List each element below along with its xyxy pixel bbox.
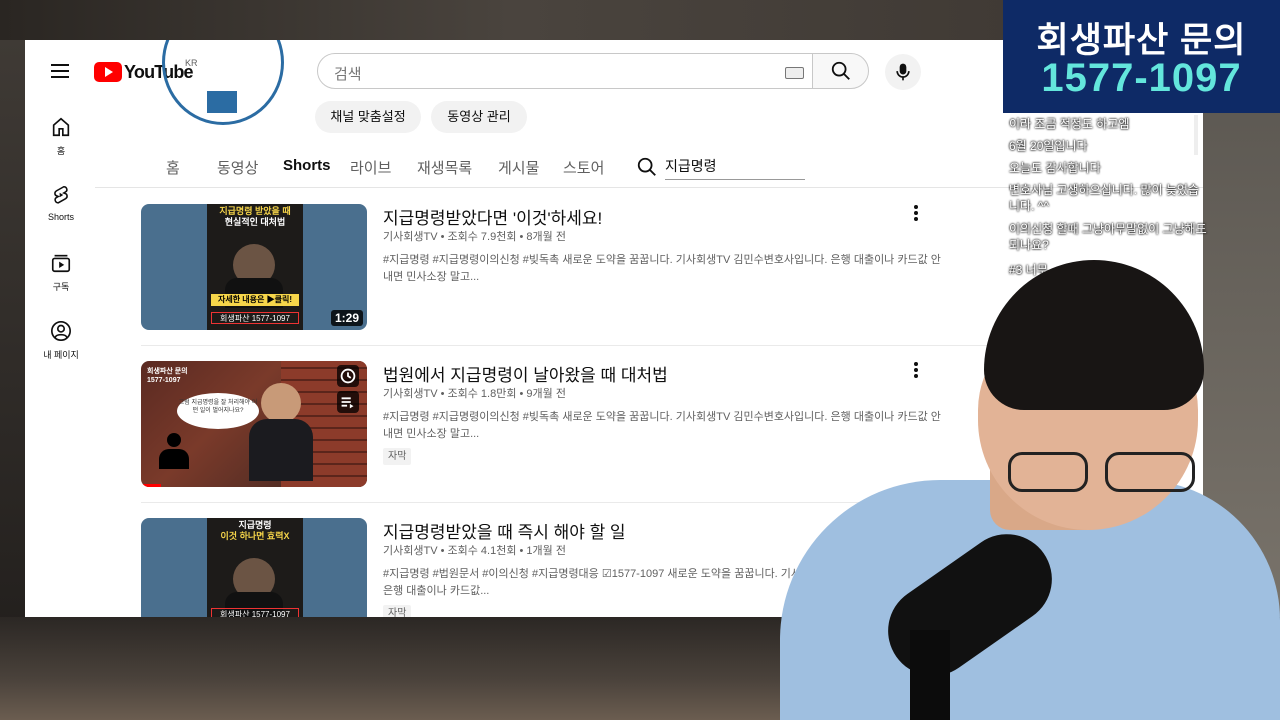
tab-store[interactable]: 스토어 [563, 157, 604, 178]
video-duration: 1:29 [330, 310, 363, 326]
subscriptions-icon [51, 254, 71, 273]
chat-message: 니다. ^^ [1009, 199, 1050, 213]
thumbnail-speech-bubble: 그럼 지급명령을 잘 처리해야 어떤 일이 벌어지나요? [177, 393, 259, 429]
menu-icon[interactable] [51, 64, 69, 78]
tab-playlists[interactable]: 재생목록 [417, 157, 472, 178]
search-button[interactable] [812, 53, 869, 89]
channel-search-input[interactable]: 지급명령 [665, 155, 805, 180]
thumbnail-caption: 지급명령 [238, 520, 272, 530]
channel-search-icon[interactable] [636, 156, 658, 178]
video-meta: 기사회생TV • 조회수 7.9천회 • 8개월 전 [383, 231, 566, 243]
chat-message: 변호사님 고생하으십니다. 많이 늦었습 [1009, 183, 1199, 197]
watch-later-icon[interactable] [337, 365, 359, 387]
thumbnail-caption: 현실적인 대처법 [224, 217, 286, 227]
home-icon [52, 117, 70, 137]
thumbnail-poster: 지급명령 받았을 때 현실적인 대처법 자세한 내용은 ▶클릭! 회생파산 157… [207, 204, 303, 330]
tab-shorts[interactable]: Shorts [283, 157, 331, 174]
sidebar-item-home[interactable]: 홈 [25, 116, 97, 157]
keyboard-icon[interactable] [785, 67, 804, 79]
voice-search-button[interactable] [885, 54, 921, 90]
video-thumbnail[interactable]: 그럼 지급명령을 잘 처리해야 어떤 일이 벌어지나요? 회생파산 문의 157… [141, 361, 367, 487]
tab-videos[interactable]: 동영상 [217, 157, 258, 178]
video-title[interactable]: 법원에서 지급명령이 날아왔을 때 대처법 [383, 361, 668, 386]
search-placeholder: 검색 [334, 66, 362, 83]
consultation-banner: 회생파산 문의 1577-1097 [1003, 0, 1280, 113]
chat-scrollbar[interactable] [1194, 115, 1198, 155]
banner-phone: 1577-1097 [1041, 56, 1242, 100]
sidebar-item-label: 홈 [56, 146, 66, 156]
captions-badge: 자막 [383, 605, 412, 617]
chat-message: 6월 20일입니다 [1009, 139, 1088, 153]
video-thumbnail[interactable]: 지급명령 받았을 때 현실적인 대처법 자세한 내용은 ▶클릭! 회생파산 157… [141, 204, 367, 330]
search-input[interactable]: 검색 [317, 53, 813, 89]
glasses [1008, 452, 1088, 492]
sidebar-item-label: 내 페이지 [43, 350, 79, 360]
thumbnail-poster: 지급명령 이것 하나면 효력X 회생파산 1577-1097 [207, 518, 303, 617]
thumbnail-caption: 이것 하나면 효력X [220, 531, 290, 541]
thumbnail-caption: 1577-1097 [147, 377, 181, 384]
sidebar-item-subscriptions[interactable]: 구독 [25, 252, 97, 293]
chat-message: 이라 조금 적정도 하고엠 [1009, 117, 1130, 131]
thumbnail-phone: 회생파산 1577-1097 [211, 608, 299, 617]
video-title[interactable]: 지급명령받았다면 '이것'하세요! [383, 204, 602, 229]
watch-progress-bar [141, 484, 161, 487]
chat-message: 이의신청 할때 그냥아무말없이 그냥해도 [1009, 222, 1207, 236]
channel-avatar[interactable] [162, 40, 284, 125]
microphone-icon [896, 63, 910, 81]
sidebar-item-label: Shorts [47, 212, 74, 222]
add-to-queue-icon[interactable] [337, 391, 359, 413]
streamer-webcam [740, 260, 1280, 720]
shorts-icon [54, 185, 68, 204]
video-meta: 기사회생TV • 조회수 1.8만회 • 9개월 전 [383, 388, 566, 400]
more-actions-icon[interactable] [911, 204, 921, 222]
video-meta: 기사회생TV • 조회수 4.1천회 • 1개월 전 [383, 545, 566, 557]
thumbnail-silhouette [159, 433, 189, 473]
customize-channel-button[interactable]: 채널 맞춤설정 [315, 101, 421, 133]
tab-posts[interactable]: 게시물 [498, 157, 539, 178]
sidebar-item-shorts[interactable]: Shorts [25, 184, 97, 222]
thumbnail-bar: 자세한 내용은 ▶클릭! [211, 294, 299, 306]
video-title[interactable]: 지급명령받았을 때 즉시 해야 할 일 [383, 518, 626, 543]
youtube-play-icon [94, 62, 122, 82]
search-icon [831, 61, 850, 80]
captions-badge: 자막 [383, 448, 412, 465]
thumbnail-caption: 회생파산 문의 [147, 368, 188, 375]
hover-actions [337, 365, 363, 417]
sidebar-item-you[interactable]: 내 페이지 [25, 320, 97, 361]
sidebar-item-label: 구독 [52, 282, 70, 292]
video-thumbnail[interactable]: 지급명령 이것 하나면 효력X 회생파산 1577-1097 [141, 518, 367, 617]
chat-message: 되나요? [1009, 238, 1049, 252]
thumbnail-phone: 회생파산 1577-1097 [211, 312, 299, 324]
manage-videos-button[interactable]: 동영상 관리 [431, 101, 527, 133]
tab-home[interactable]: 홈 [166, 157, 180, 178]
thumbnail-caption: 지급명령 받았을 때 [219, 206, 291, 216]
tab-live[interactable]: 라이브 [350, 157, 391, 178]
thumbnail-person [261, 383, 301, 423]
chat-message: 오늘도 감사합니다 [1009, 161, 1101, 175]
you-icon [51, 321, 71, 341]
